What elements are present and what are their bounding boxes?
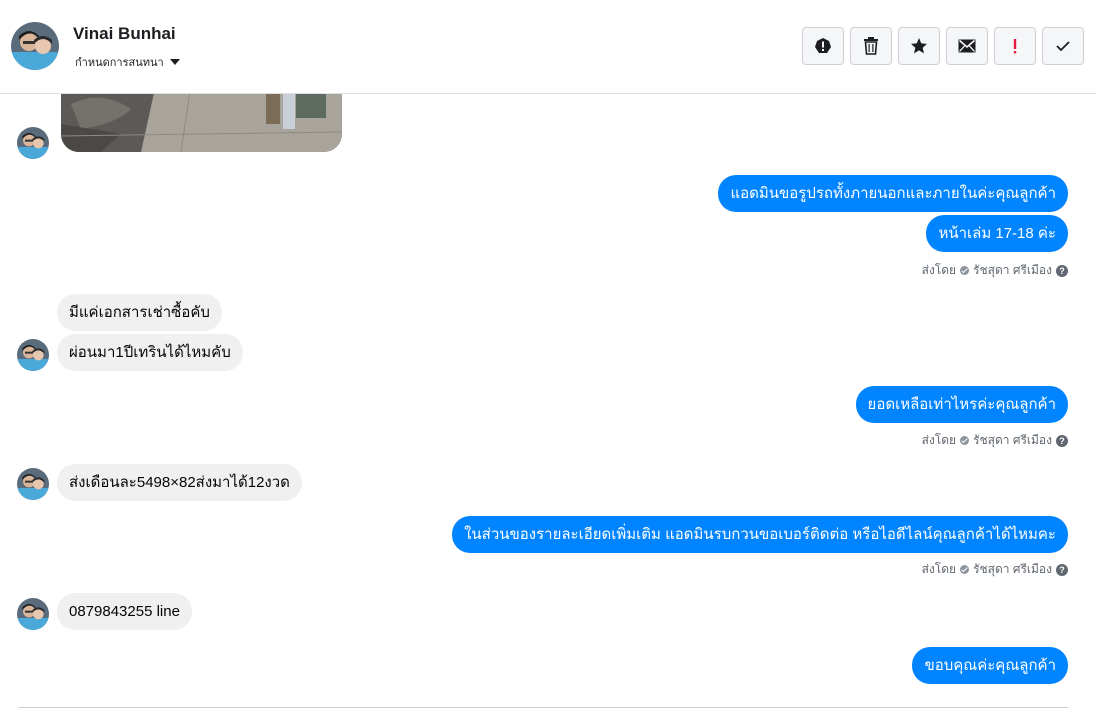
contact-name: Vinai Bunhai: [73, 24, 176, 43]
contact-avatar-small: [17, 598, 49, 630]
red-exclamation-icon: [1013, 39, 1017, 54]
help-icon[interactable]: ?: [1056, 434, 1068, 447]
conversation-actions: [802, 27, 1084, 65]
verified-check-icon: [960, 436, 970, 445]
incoming-message[interactable]: ผ่อนมา1ปีเทรินได้ไหมคับ: [57, 334, 243, 371]
message-thread[interactable]: แอดมินขอรูปรถทั้งภายนอกและภายในค่ะคุณลูก…: [0, 94, 1096, 709]
contact-avatar[interactable]: [11, 22, 59, 70]
incoming-message[interactable]: ส่งเดือนละ5498×82ส่งมาได้12งวด: [57, 464, 302, 501]
sent-by-name: รัชสุดา ศรีเมือง: [973, 263, 1052, 277]
mark-important-button[interactable]: [994, 27, 1036, 65]
incoming-message[interactable]: 0879843255 line: [57, 593, 192, 630]
sent-by-prefix: ส่งโดย: [921, 263, 957, 277]
assign-conversation-dropdown[interactable]: กำหนดการสนทนา: [75, 53, 180, 71]
mark-unread-button[interactable]: [946, 27, 988, 65]
star-button[interactable]: [898, 27, 940, 65]
delete-button[interactable]: [850, 27, 892, 65]
help-icon[interactable]: ?: [1056, 264, 1068, 277]
sent-by-name: รัชสุดา ศรีเมือง: [973, 562, 1052, 576]
photo-attachment[interactable]: [61, 94, 342, 152]
outgoing-message[interactable]: ในส่วนของรายละเอียดเพิ่มเติม แอดมินรบกวน…: [452, 516, 1068, 553]
trash-icon: [864, 37, 878, 55]
sent-by-info: ส่งโดย รัชสุดา ศรีเมือง ?: [922, 560, 1068, 579]
verified-check-icon: [960, 565, 970, 574]
exclamation-circle-icon: [815, 38, 831, 53]
outgoing-message[interactable]: ขอบคุณค่ะคุณลูกค้า: [912, 647, 1068, 684]
conversation-header: Vinai Bunhai กำหนดการสนทนา: [0, 0, 1096, 94]
outgoing-message[interactable]: หน้าเล่ม 17-18 ค่ะ: [926, 215, 1068, 252]
verified-check-icon: [960, 266, 970, 275]
checkmark-icon: [1056, 41, 1070, 52]
contact-avatar-small: [17, 468, 49, 500]
sent-by-prefix: ส่งโดย: [921, 433, 957, 447]
sent-by-info: ส่งโดย รัชสุดา ศรีเมือง ?: [922, 431, 1068, 450]
envelope-icon: [958, 39, 976, 53]
composer-divider: [18, 707, 1068, 708]
assign-conversation-label: กำหนดการสนทนา: [75, 57, 164, 69]
outgoing-message[interactable]: แอดมินขอรูปรถทั้งภายนอกและภายในค่ะคุณลูก…: [718, 175, 1068, 212]
incoming-message[interactable]: มีแค่เอกสารเช่าซื้อคับ: [57, 294, 222, 331]
sent-by-info: ส่งโดย รัชสุดา ศรีเมือง ?: [922, 261, 1068, 280]
sent-by-prefix: ส่งโดย: [921, 562, 957, 576]
sent-by-name: รัชสุดา ศรีเมือง: [973, 433, 1052, 447]
help-icon[interactable]: ?: [1056, 563, 1068, 576]
star-icon: [911, 38, 927, 54]
outgoing-message[interactable]: ยอดเหลือเท่าไหรค่ะคุณลูกค้า: [855, 386, 1068, 423]
contact-avatar-small: [17, 339, 49, 371]
report-button[interactable]: [802, 27, 844, 65]
contact-avatar-small: [17, 127, 49, 159]
caret-down-icon: [169, 59, 180, 65]
mark-done-button[interactable]: [1042, 27, 1084, 65]
